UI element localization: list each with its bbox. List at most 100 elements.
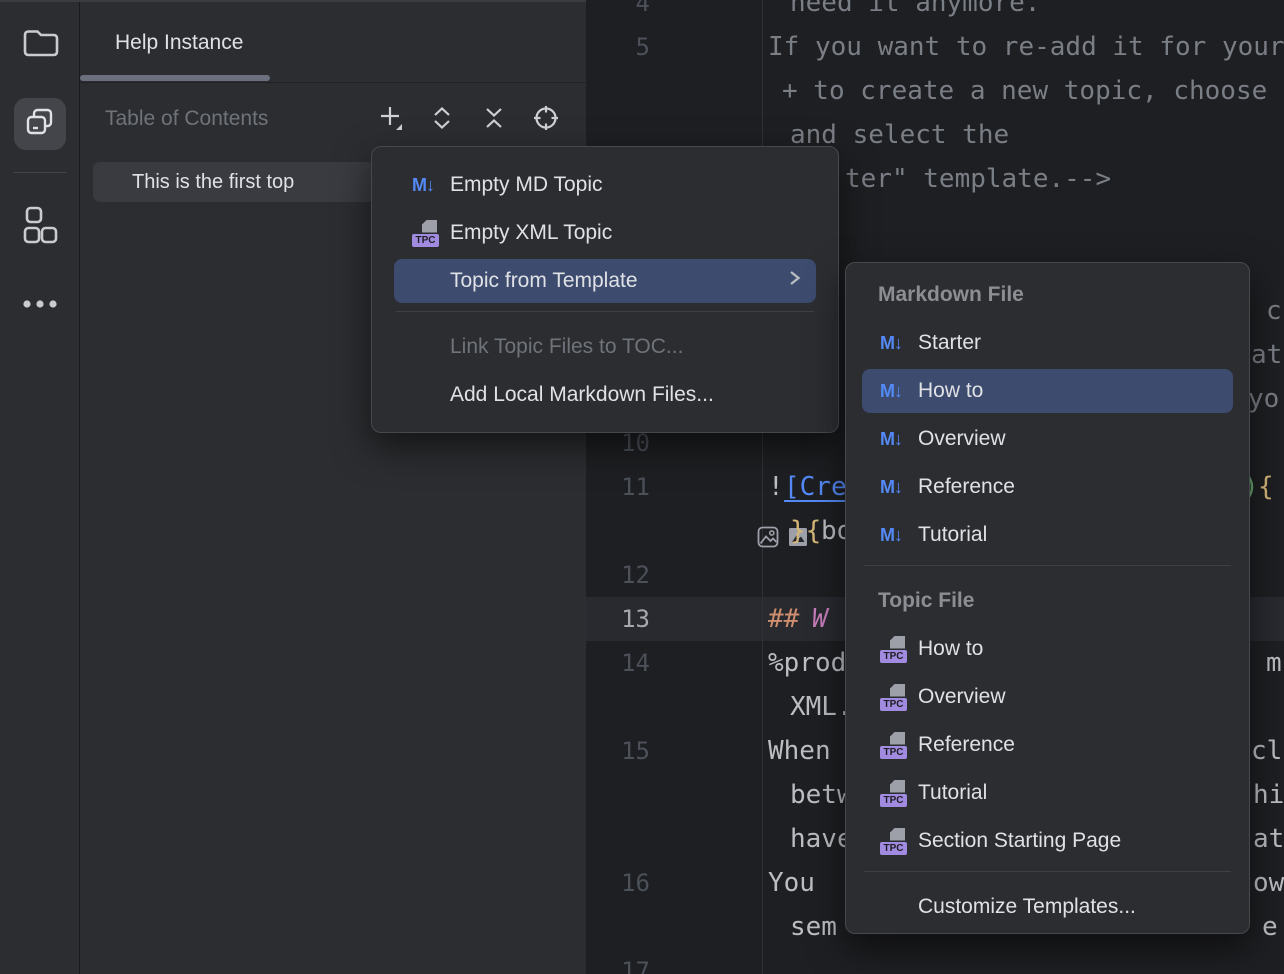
toc-tree-item-label: This is the first top (132, 162, 294, 202)
markdown-file-icon: M↓ (880, 429, 902, 450)
collapse-all-icon (481, 105, 507, 136)
editor-line[interactable]: 5 If you want to re-add it for your (586, 25, 1284, 69)
menu-item-label: Starter (918, 331, 981, 355)
menu-item-empty-xml-topic[interactable]: TPC Empty XML Topic (394, 211, 816, 255)
menu-item-link-topic-files[interactable]: Link Topic Files to TOC... (394, 325, 816, 369)
submenu-item-md-how-to[interactable]: M↓ How to (862, 369, 1233, 413)
code-text: If you want to re-add it for your (768, 25, 1284, 69)
image-file-gutter-icon[interactable] (692, 475, 716, 499)
markdown-file-icon: M↓ (880, 333, 902, 354)
add-topic-button[interactable] (376, 106, 404, 134)
submenu-item-tpc-how-to[interactable]: TPC How to (862, 627, 1233, 671)
code-text: e (1262, 905, 1278, 949)
code-text: sem (790, 905, 837, 949)
locate-selected-button[interactable] (532, 106, 560, 134)
menu-separator (396, 311, 814, 312)
stripe-divider (14, 172, 66, 173)
menu-item-label: Link Topic Files to TOC... (450, 335, 683, 359)
menu-item-label: Empty MD Topic (450, 173, 603, 197)
expand-all-icon (429, 105, 455, 136)
topic-file-icon: TPC (880, 780, 907, 807)
code-text: m (1266, 641, 1282, 685)
code-text: XML. (790, 685, 853, 729)
topic-file-icon: TPC (880, 636, 907, 663)
submenu-arrow-icon (788, 267, 802, 295)
plus-dropdown-icon (376, 104, 404, 137)
code-text: have (790, 817, 853, 861)
submenu-section-header: Markdown File (862, 273, 1233, 317)
menu-item-label: Section Starting Page (918, 829, 1121, 853)
menu-item-label: How to (918, 379, 983, 403)
submenu-item-md-reference[interactable]: M↓ Reference (862, 465, 1233, 509)
menu-separator (864, 565, 1231, 566)
editor-line[interactable]: + to create a new topic, choose (586, 69, 1284, 113)
editor-line[interactable]: 4 need it anymore. (586, 0, 1284, 25)
menu-item-label: Tutorial (918, 781, 987, 805)
expand-all-button[interactable] (428, 106, 456, 134)
submenu-section-header: Topic File (862, 579, 1233, 623)
structure-tool-button[interactable] (14, 202, 66, 254)
submenu-item-md-starter[interactable]: M↓ Starter (862, 321, 1233, 365)
code-text: cl (1251, 729, 1282, 773)
code-text: c (1266, 289, 1282, 333)
menu-item-label: Topic from Template (450, 269, 638, 293)
code-text: }{ (790, 509, 821, 553)
line-number: 14 (586, 641, 650, 685)
markdown-file-icon: M↓ (880, 477, 902, 498)
submenu-item-tpc-tutorial[interactable]: TPC Tutorial (862, 771, 1233, 815)
instances-icon (24, 106, 56, 143)
menu-item-label: Reference (918, 733, 1015, 757)
collapse-all-button[interactable] (480, 106, 508, 134)
writerside-instances-tool-button[interactable] (14, 98, 66, 150)
menu-item-label: Overview (918, 427, 1006, 451)
menu-item-add-local-markdown[interactable]: Add Local Markdown Files... (394, 373, 816, 417)
line-number-current: 13 (586, 597, 650, 641)
tool-window-tab-help-instance[interactable]: Help Instance (115, 31, 243, 55)
structure-icon (22, 204, 58, 253)
line-number: 15 (586, 729, 650, 773)
markdown-file-icon: M↓ (880, 381, 902, 402)
submenu-item-md-tutorial[interactable]: M↓ Tutorial (862, 513, 1233, 557)
menu-item-label: Add Local Markdown Files... (450, 383, 714, 407)
more-tool-windows-button[interactable] (14, 280, 66, 332)
submenu-item-tpc-reference[interactable]: TPC Reference (862, 723, 1233, 767)
code-text: ! (768, 465, 784, 509)
code-text: at (1251, 333, 1282, 377)
menu-item-label: Customize Templates... (918, 895, 1136, 919)
code-text: betw (790, 773, 853, 817)
submenu-item-tpc-overview[interactable]: TPC Overview (862, 675, 1233, 719)
menu-item-label: Empty XML Topic (450, 221, 612, 245)
submenu-item-md-overview[interactable]: M↓ Overview (862, 417, 1233, 461)
menu-item-topic-from-template[interactable]: Topic from Template (394, 259, 816, 303)
tab-active-underline (80, 75, 270, 81)
code-text: { (1258, 465, 1274, 509)
menu-item-label: Tutorial (918, 523, 987, 547)
image-preview-gutter-icon[interactable] (662, 475, 686, 499)
code-text: ow (1253, 861, 1284, 905)
header-separator (80, 82, 586, 83)
submenu-item-tpc-section-starting-page[interactable]: TPC Section Starting Page (862, 819, 1233, 863)
toc-section-title: Table of Contents (105, 107, 268, 131)
line-number: 12 (586, 553, 650, 597)
markdown-file-icon: M↓ (412, 175, 434, 196)
code-text: %prod (768, 641, 846, 685)
folder-icon (21, 25, 59, 66)
code-heading-text: W (812, 597, 828, 641)
project-tool-button[interactable] (14, 19, 66, 71)
menu-item-label: How to (918, 637, 983, 661)
tool-window-stripe (0, 0, 80, 974)
editor-line[interactable]: 17 (586, 949, 1284, 974)
submenu-item-customize-templates[interactable]: Customize Templates... (862, 885, 1233, 929)
code-link[interactable]: [Cre (784, 465, 847, 509)
topic-file-icon: TPC (880, 828, 907, 855)
menu-item-label: Reference (918, 475, 1015, 499)
toc-tree-item-selected[interactable]: This is the first top (93, 162, 374, 202)
menu-item-empty-md-topic[interactable]: M↓ Empty MD Topic (394, 163, 816, 207)
line-number: 16 (586, 861, 650, 905)
code-text: ter" template.--> (845, 157, 1111, 201)
code-text: + to create a new topic, choose (782, 69, 1267, 113)
line-number: 11 (586, 465, 650, 509)
line-number: 4 (586, 0, 650, 25)
code-text: You (768, 861, 815, 905)
line-number: 17 (586, 949, 650, 974)
